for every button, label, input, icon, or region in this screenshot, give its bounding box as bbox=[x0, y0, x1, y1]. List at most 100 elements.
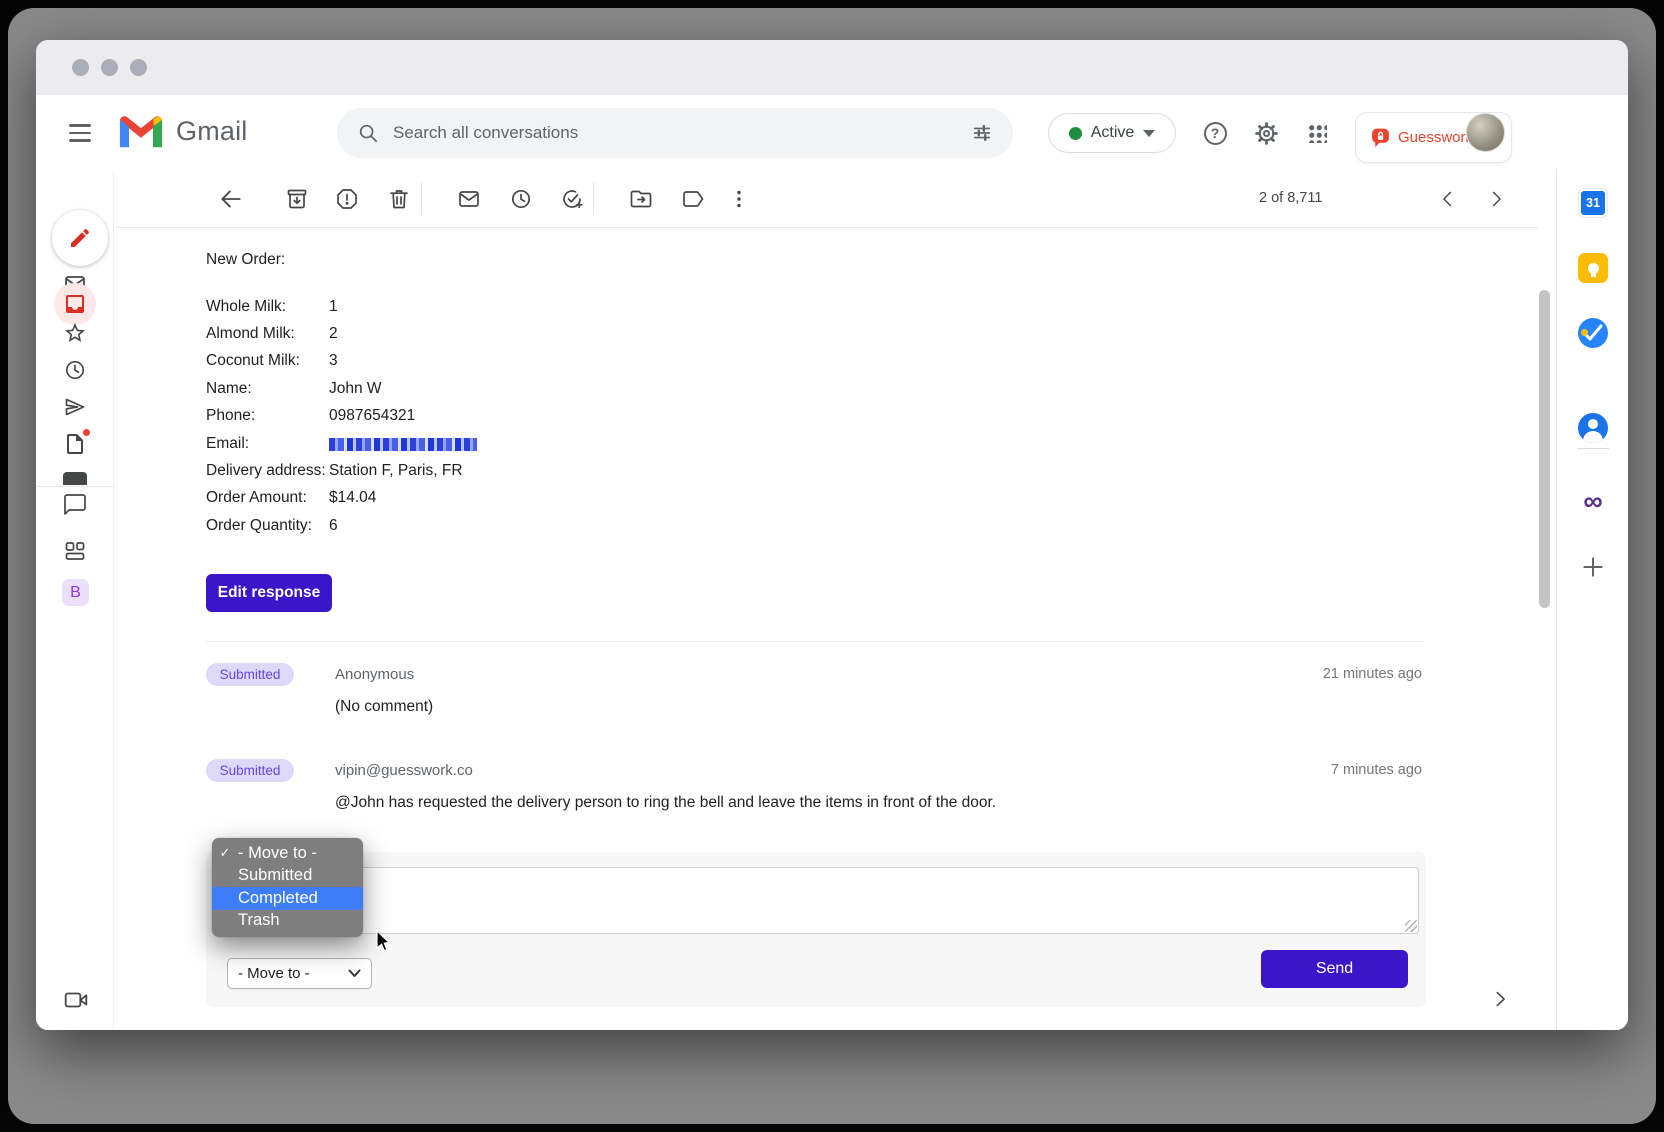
sidebar-item-sent[interactable] bbox=[63, 395, 87, 419]
scrollbar-thumb[interactable] bbox=[1539, 290, 1550, 608]
newer-message-button[interactable] bbox=[1435, 186, 1461, 212]
table-row: Coconut Milk:3 bbox=[206, 348, 1538, 375]
gmail-logo-icon bbox=[118, 112, 164, 150]
window-minimize-button[interactable] bbox=[101, 59, 118, 76]
menu-icon[interactable] bbox=[64, 117, 96, 149]
sidebar-item-starred[interactable] bbox=[63, 321, 87, 345]
guesswork-bubble-icon bbox=[1370, 127, 1391, 148]
chevron-left-icon bbox=[1438, 189, 1458, 209]
sidebar-item-hidden[interactable] bbox=[63, 472, 87, 485]
field-label: Delivery address: bbox=[206, 462, 329, 480]
move-to-button[interactable] bbox=[627, 185, 655, 213]
menu-item-completed[interactable]: Completed bbox=[212, 887, 363, 910]
avatar[interactable] bbox=[1466, 113, 1505, 152]
menu-item-move-to[interactable]: ✓ - Move to - bbox=[212, 842, 363, 865]
back-button[interactable] bbox=[217, 185, 245, 213]
field-value: Station F, Paris, FR bbox=[329, 462, 463, 480]
move-to-dropdown-menu: ✓ - Move to - Submitted Completed Trash bbox=[212, 838, 363, 937]
redacted-email-value bbox=[329, 438, 477, 451]
mark-unread-button[interactable] bbox=[455, 185, 483, 213]
spaces-icon bbox=[63, 539, 87, 563]
chat-icon bbox=[63, 493, 87, 517]
left-sidebar: B bbox=[36, 170, 114, 1030]
move-to-select-value: - Move to - bbox=[238, 965, 310, 982]
add-to-tasks-button[interactable] bbox=[558, 185, 586, 213]
person-shoulders bbox=[1583, 431, 1603, 443]
move-to-select[interactable]: - Move to - bbox=[227, 958, 372, 989]
chevron-down-icon bbox=[348, 969, 361, 978]
keep-app-icon[interactable] bbox=[1578, 253, 1608, 283]
menu-item-label: - Move to - bbox=[238, 844, 317, 863]
back-arrow-icon bbox=[218, 186, 244, 212]
tasks-app-icon[interactable] bbox=[1578, 318, 1608, 348]
help-button[interactable]: ? bbox=[1200, 118, 1230, 148]
search-input[interactable]: Search all conversations bbox=[393, 123, 971, 143]
calendar-app-icon[interactable]: 31 bbox=[1578, 188, 1608, 218]
table-row: Whole Milk:1 bbox=[206, 293, 1538, 320]
star-icon bbox=[63, 321, 87, 345]
menu-item-label: Submitted bbox=[238, 866, 312, 885]
delete-button[interactable] bbox=[385, 185, 413, 213]
clock-icon bbox=[63, 358, 87, 382]
status-dropdown[interactable]: Active bbox=[1048, 113, 1176, 153]
edit-response-button[interactable]: Edit response bbox=[206, 574, 332, 612]
sidebar-item-inbox[interactable] bbox=[54, 283, 96, 325]
comment-timestamp: 7 minutes ago bbox=[1331, 762, 1422, 778]
meet-camera-icon[interactable] bbox=[63, 987, 89, 1013]
field-label: Order Amount: bbox=[206, 489, 329, 507]
envelope-icon bbox=[457, 187, 481, 211]
get-addons-button[interactable] bbox=[1580, 554, 1606, 580]
comment-author: Anonymous bbox=[335, 666, 414, 683]
field-value: 6 bbox=[329, 517, 338, 535]
toolbar-separator bbox=[421, 182, 422, 214]
search-filter-icon[interactable] bbox=[971, 122, 993, 144]
field-value: John W bbox=[329, 380, 382, 398]
snooze-button[interactable] bbox=[507, 185, 535, 213]
reply-form: - Move to - Send bbox=[206, 852, 1426, 1007]
status-label: Active bbox=[1091, 124, 1135, 142]
more-options-button[interactable] bbox=[725, 185, 753, 213]
window-close-button[interactable] bbox=[72, 59, 89, 76]
search-icon[interactable] bbox=[357, 122, 379, 144]
sidebar-item-label-b[interactable]: B bbox=[62, 579, 89, 606]
status-badge: Submitted bbox=[206, 759, 294, 782]
field-label: Almond Milk: bbox=[206, 325, 329, 343]
older-message-button[interactable] bbox=[1483, 186, 1509, 212]
kebab-menu-icon bbox=[727, 187, 751, 211]
settings-button[interactable] bbox=[1251, 118, 1281, 148]
order-intro: New Order: bbox=[206, 251, 1538, 269]
sidebar-item-snoozed[interactable] bbox=[63, 358, 87, 382]
section-divider bbox=[206, 641, 1422, 642]
chevron-down-icon bbox=[1143, 130, 1155, 137]
sidebar-item-chat[interactable] bbox=[63, 493, 87, 517]
table-row: Delivery address:Station F, Paris, FR bbox=[206, 457, 1538, 484]
table-row: Email: bbox=[206, 430, 1538, 457]
menu-item-submitted[interactable]: Submitted bbox=[212, 865, 363, 888]
sidebar-item-drafts[interactable] bbox=[63, 432, 87, 456]
window-zoom-button[interactable] bbox=[130, 59, 147, 76]
google-apps-button[interactable] bbox=[1302, 118, 1332, 148]
expand-chevron-button[interactable] bbox=[1489, 988, 1511, 1010]
table-row: Almond Milk:2 bbox=[206, 320, 1538, 347]
person-icon bbox=[1588, 419, 1598, 429]
comment-text: (No comment) bbox=[335, 698, 1538, 716]
search-bar[interactable]: Search all conversations bbox=[337, 108, 1013, 158]
active-status-dot bbox=[1069, 127, 1082, 140]
sidebar-item-spaces[interactable] bbox=[63, 539, 87, 563]
contacts-app-icon[interactable] bbox=[1578, 413, 1608, 443]
lightbulb-icon bbox=[1588, 263, 1599, 274]
report-spam-button[interactable] bbox=[333, 185, 361, 213]
archive-button[interactable] bbox=[283, 185, 311, 213]
label-button[interactable] bbox=[679, 185, 707, 213]
send-button[interactable]: Send bbox=[1261, 950, 1408, 988]
compose-button[interactable] bbox=[52, 210, 108, 266]
plus-icon bbox=[1580, 554, 1606, 580]
menu-item-trash[interactable]: Trash bbox=[212, 910, 363, 933]
inbox-icon bbox=[63, 292, 87, 316]
comment-input[interactable] bbox=[223, 867, 1419, 934]
browser-window: Gmail Search all conversations Active ? bbox=[36, 40, 1628, 1030]
vertical-scrollbar[interactable] bbox=[1538, 170, 1551, 1030]
addon-infinity-icon[interactable]: ∞ bbox=[1574, 488, 1612, 514]
check-icon: ✓ bbox=[212, 845, 238, 861]
field-value: 1 bbox=[329, 298, 338, 316]
